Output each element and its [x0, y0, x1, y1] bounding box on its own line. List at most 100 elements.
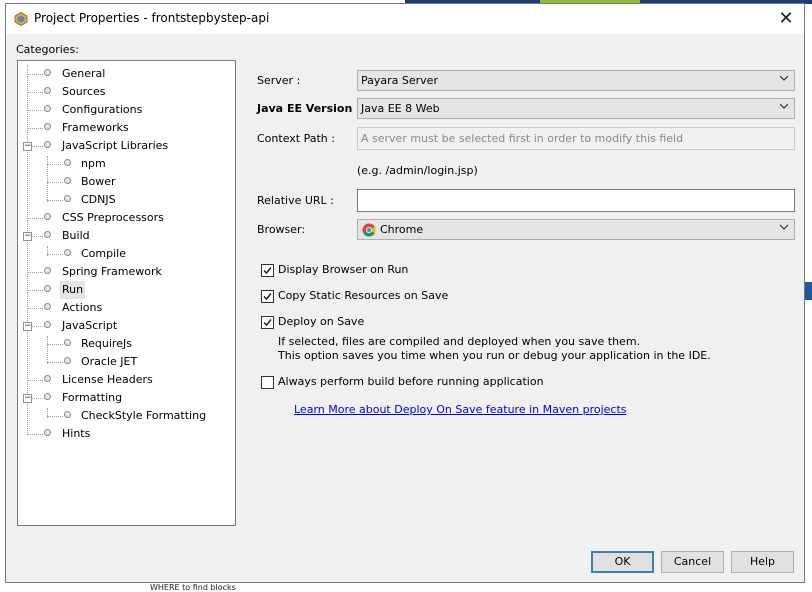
- deploy-on-save-note-line-2: This option saves you time when you run …: [278, 349, 711, 362]
- tree-item-label: JavaScript: [62, 319, 118, 332]
- categories-tree[interactable]: General Sources Configurations Frameworks − J…: [17, 60, 236, 526]
- display-browser-label[interactable]: Display Browser on Run: [278, 263, 408, 276]
- tree-item-label: Frameworks: [62, 121, 129, 134]
- deploy-on-save-checkbox[interactable]: [261, 316, 274, 329]
- tree-node-icon: [64, 357, 71, 364]
- deploy-on-save-note-line-1: If selected, files are compiled and depl…: [278, 335, 641, 348]
- tree-item-label: Run: [60, 281, 86, 299]
- display-browser-checkbox[interactable]: [261, 264, 274, 277]
- browser-value: Chrome: [380, 223, 424, 236]
- chevron-down-icon: [780, 103, 788, 109]
- dialog-title: Project Properties - frontstepbystep-api: [34, 11, 270, 25]
- tree-node-icon: [44, 321, 51, 328]
- tree-node-icon: [44, 375, 51, 382]
- deploy-on-save-label[interactable]: Deploy on Save: [278, 315, 364, 328]
- tree-connector: [27, 128, 43, 129]
- tree-node-icon: [44, 267, 51, 274]
- tree-item-license-headers[interactable]: License Headers: [18, 371, 233, 389]
- tree-item-compile[interactable]: Compile: [18, 245, 233, 263]
- tree-item-label: General: [62, 67, 106, 80]
- tree-connector: [47, 182, 63, 183]
- checkmark-icon: [263, 267, 272, 275]
- tree-connector: [27, 290, 43, 291]
- tree-item-build[interactable]: − Build: [18, 227, 233, 245]
- tree-item-checkstyle-formatting[interactable]: CheckStyle Formatting: [18, 407, 233, 425]
- tree-item-label: Bower: [81, 175, 116, 188]
- tree-item-label: License Headers: [62, 373, 153, 386]
- context-path-example: (e.g. /admin/login.jsp): [357, 164, 478, 177]
- tree-node-icon: [64, 177, 71, 184]
- copy-static-resources-label[interactable]: Copy Static Resources on Save: [278, 289, 448, 302]
- tree-node-icon: [44, 303, 51, 310]
- tree-item-label: RequireJs: [81, 337, 132, 350]
- copy-static-resources-checkbox[interactable]: [261, 290, 274, 303]
- server-combobox[interactable]: Payara Server: [357, 70, 795, 91]
- tree-item-bower[interactable]: Bower: [18, 173, 233, 191]
- ok-button[interactable]: OK: [591, 551, 654, 573]
- tree-node-icon: [44, 123, 51, 130]
- netbeans-project-icon: [14, 12, 28, 26]
- collapse-toggle-icon[interactable]: −: [23, 394, 32, 403]
- collapse-toggle-icon[interactable]: −: [23, 142, 32, 151]
- tree-item-npm[interactable]: npm: [18, 155, 233, 173]
- tree-item-label: Configurations: [62, 103, 143, 116]
- relative-url-label: Relative URL :: [257, 194, 334, 207]
- tree-item-oracle-jet[interactable]: Oracle JET: [18, 353, 233, 371]
- javaee-version-combobox[interactable]: Java EE 8 Web: [357, 98, 795, 119]
- collapse-toggle-icon[interactable]: −: [23, 232, 32, 241]
- javaee-version-label: Java EE Version :: [257, 102, 361, 115]
- collapse-toggle-icon[interactable]: −: [23, 322, 32, 331]
- tree-item-label: CheckStyle Formatting: [81, 409, 207, 422]
- ide-background-right-panel: [805, 130, 812, 300]
- tree-connector: [47, 254, 63, 255]
- tree-item-javascript[interactable]: − JavaScript: [18, 317, 233, 335]
- tree-item-general[interactable]: General: [18, 65, 233, 83]
- tree-item-label: CSS Preprocessors: [62, 211, 164, 224]
- tree-item-label: Sources: [62, 85, 106, 98]
- tree-connector: [47, 164, 63, 165]
- tree-node-icon: [64, 339, 71, 346]
- tree-connector: [47, 362, 63, 363]
- tree-item-javascript-libraries[interactable]: − JavaScript Libraries: [18, 137, 233, 155]
- tree-item-label: Hints: [62, 427, 91, 440]
- tree-node-icon: [44, 393, 51, 400]
- always-build-checkbox[interactable]: [261, 376, 274, 389]
- tree-node-icon: [64, 411, 71, 418]
- tree-connector: [27, 434, 43, 435]
- tree-node-icon: [44, 429, 51, 436]
- relative-url-input[interactable]: [357, 189, 795, 212]
- tree-item-formatting[interactable]: − Formatting: [18, 389, 233, 407]
- checkmark-icon: [263, 293, 272, 301]
- tree-item-label: JavaScript Libraries: [62, 139, 169, 152]
- tree-item-label: npm: [81, 157, 106, 170]
- learn-more-link[interactable]: Learn More about Deploy On Save feature …: [294, 403, 627, 416]
- tree-connector: [47, 416, 63, 417]
- browser-combobox[interactable]: Chrome: [357, 219, 795, 240]
- help-button[interactable]: Help: [731, 551, 794, 573]
- tree-item-frameworks[interactable]: Frameworks: [18, 119, 233, 137]
- tree-connector: [27, 110, 43, 111]
- tree-node-icon: [64, 249, 71, 256]
- close-icon[interactable]: ✕: [772, 6, 800, 32]
- cancel-button[interactable]: Cancel: [661, 551, 724, 573]
- tree-item-actions[interactable]: Actions: [18, 299, 233, 317]
- server-label: Server :: [257, 74, 301, 87]
- tree-item-spring-framework[interactable]: Spring Framework: [18, 263, 233, 281]
- tree-item-label: Formatting: [62, 391, 123, 404]
- tree-node-icon: [44, 69, 51, 76]
- tree-node-icon: [64, 159, 71, 166]
- tree-node-icon: [44, 87, 51, 94]
- tree-item-css-preprocessors[interactable]: CSS Preprocessors: [18, 209, 233, 227]
- tree-item-configurations[interactable]: Configurations: [18, 101, 233, 119]
- always-build-label[interactable]: Always perform build before running appl…: [278, 375, 544, 388]
- tree-item-sources[interactable]: Sources: [18, 83, 233, 101]
- tree-connector: [47, 200, 63, 201]
- tree-item-run[interactable]: Run: [18, 281, 233, 299]
- tree-item-requirejs[interactable]: RequireJs: [18, 335, 233, 353]
- dialog-titlebar: Project Properties - frontstepbystep-api…: [6, 4, 804, 34]
- tree-connector: [27, 272, 43, 273]
- tree-node-icon: [64, 195, 71, 202]
- tree-item-cdnjs[interactable]: CDNJS: [18, 191, 233, 209]
- tree-item-hints[interactable]: Hints: [18, 425, 233, 443]
- javaee-version-value: Java EE 8 Web: [361, 102, 440, 115]
